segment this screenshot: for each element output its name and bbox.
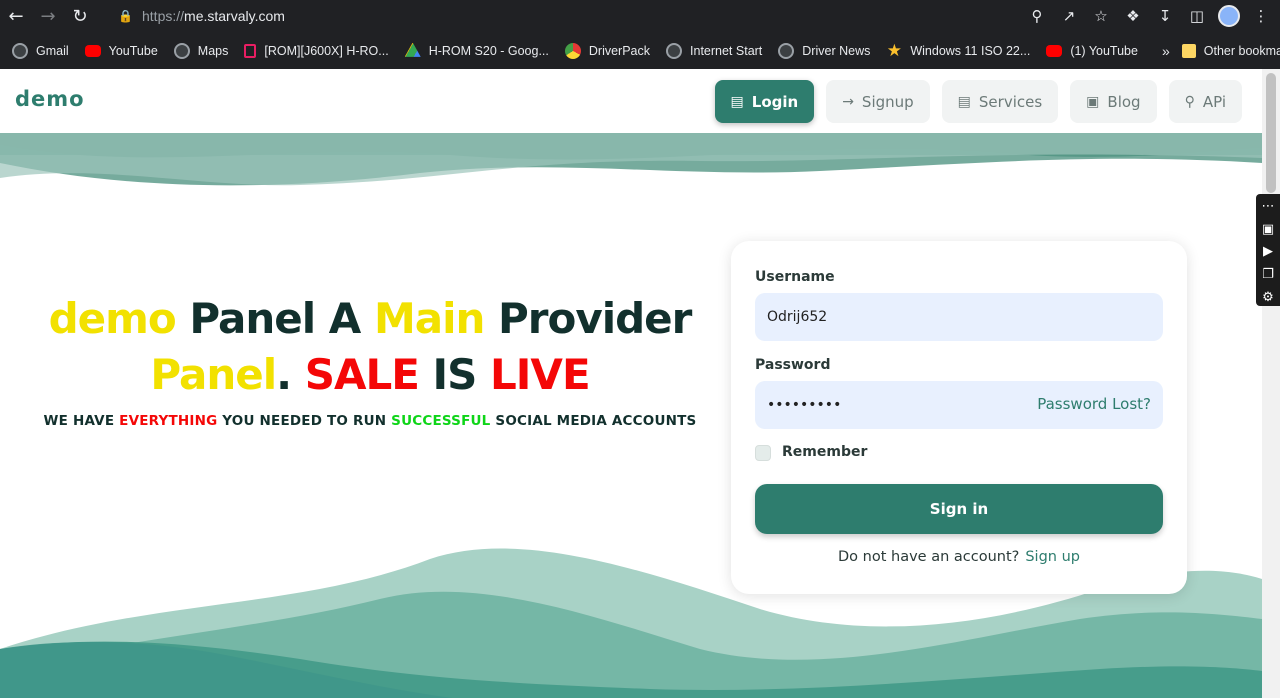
blog-nav-button[interactable]: ▣ Blog: [1070, 80, 1157, 123]
top-nav: demo ▤ Login → Signup ▤ Services ▣ Blog ⚲ APi: [0, 69, 1262, 133]
id-card-icon: ▤: [730, 93, 744, 110]
blog-icon: ▣: [1086, 93, 1100, 110]
bookmark-driverpack[interactable]: DriverPack: [564, 42, 650, 59]
remember-checkbox[interactable]: [755, 445, 771, 461]
scroll-thumb[interactable]: [1266, 73, 1276, 193]
bookmark-other[interactable]: Other bookmarks: [1181, 43, 1280, 58]
globe-icon: [666, 42, 683, 59]
sign-up-link[interactable]: Sign up: [1025, 549, 1080, 565]
no-account-text: Do not have an account? Sign up: [838, 549, 1080, 565]
back-icon[interactable]: ←: [0, 0, 32, 32]
drive-icon: [404, 42, 421, 57]
camera-icon[interactable]: ▣: [1259, 221, 1277, 238]
bookmark-internet-start[interactable]: Internet Start: [666, 42, 762, 59]
address-bar[interactable]: 🔒 https://me.starvaly.com: [106, 0, 1106, 32]
folder-icon: [1181, 43, 1196, 58]
star-icon: ★: [886, 40, 902, 60]
browser-toolbar: ← → ↻ 🔒 https://me.starvaly.com ⚲ ↗ ☆ ❖ …: [0, 0, 1280, 32]
bookmarks-bar: Gmail YouTube Maps [ROM][J600X] H-RO... …: [0, 32, 1280, 69]
lock-icon: 🔒: [118, 9, 133, 23]
hero-title: demo Panel A Main Provider Panel. SALE I…: [48, 294, 693, 399]
password-input[interactable]: ••••••••• Password Lost?: [755, 381, 1163, 429]
globe-icon: [173, 42, 190, 59]
key-icon[interactable]: ⚲: [1026, 5, 1048, 27]
bookmark-maps[interactable]: Maps: [173, 42, 228, 59]
profile-avatar[interactable]: [1218, 5, 1240, 27]
bookmark-youtube[interactable]: YouTube: [84, 44, 158, 58]
download-icon[interactable]: ↧: [1154, 5, 1176, 27]
plug-icon: ⚲: [1184, 93, 1195, 110]
sidebar-icon[interactable]: ◫: [1186, 5, 1208, 27]
extensions-icon[interactable]: ❖: [1122, 5, 1144, 27]
youtube-icon: [1046, 44, 1063, 57]
remember-label[interactable]: Remember: [782, 444, 867, 460]
bookmark-gmail[interactable]: Gmail: [12, 42, 69, 59]
rom-icon: [244, 43, 257, 58]
arrow-right-icon: →: [842, 93, 854, 110]
top-wave-decoration: [0, 133, 1262, 186]
page: demo ▤ Login → Signup ▤ Services ▣ Blog ⚲ APi…: [0, 69, 1262, 698]
username-input[interactable]: Odrij652: [755, 293, 1163, 341]
document-icon: ▤: [957, 93, 971, 110]
password-lost-link[interactable]: Password Lost?: [1037, 395, 1151, 413]
brand-logo[interactable]: demo: [15, 87, 85, 111]
bookmark-youtube-1[interactable]: (1) YouTube: [1046, 44, 1138, 58]
bookmark-windows11[interactable]: ★ Windows 11 ISO 22...: [886, 40, 1031, 60]
globe-icon: [778, 42, 795, 59]
youtube-icon: [84, 44, 101, 57]
bookmark-driver-news[interactable]: Driver News: [778, 42, 870, 59]
page-scrollbar[interactable]: [1262, 69, 1280, 698]
gear-icon[interactable]: ⚙: [1259, 289, 1277, 306]
login-card: Username Odrij652 Password ••••••••• Pas…: [731, 241, 1187, 594]
driverpack-icon: [564, 42, 581, 59]
windows-icon[interactable]: ❐: [1259, 266, 1277, 283]
api-nav-button[interactable]: ⚲ APi: [1168, 80, 1242, 123]
globe-icon: [12, 42, 28, 59]
sign-in-button[interactable]: Sign in: [755, 484, 1163, 534]
signup-nav-button[interactable]: → Signup: [826, 80, 930, 123]
bookmark-rom[interactable]: [ROM][J600X] H-RO...: [244, 43, 389, 58]
bookmark-hrom-drive[interactable]: H-ROM S20 - Goog...: [404, 42, 549, 59]
login-nav-button[interactable]: ▤ Login: [714, 80, 815, 123]
forward-icon[interactable]: →: [32, 0, 64, 32]
reload-icon[interactable]: ↻: [64, 0, 96, 32]
password-label: Password: [755, 357, 831, 373]
username-label: Username: [755, 269, 835, 285]
widget-menu-icon[interactable]: ⋯: [1259, 198, 1277, 215]
video-icon[interactable]: ▶: [1259, 244, 1277, 261]
url-text: https://me.starvaly.com: [142, 8, 285, 24]
hero-subtitle: WE HAVE EVERYTHING YOU NEEDED TO RUN SUC…: [43, 413, 697, 429]
star-bookmark-icon[interactable]: ☆: [1090, 5, 1112, 27]
menu-icon[interactable]: ⋮: [1250, 5, 1272, 27]
share-icon[interactable]: ↗: [1058, 5, 1080, 27]
hero-section: demo Panel A Main Provider Panel. SALE I…: [40, 291, 700, 429]
screenshot-widget: ⋯ ▣ ▶ ❐ ⚙: [1256, 194, 1280, 306]
services-nav-button[interactable]: ▤ Services: [941, 80, 1059, 123]
bookmarks-more-button[interactable]: »: [1162, 43, 1170, 59]
